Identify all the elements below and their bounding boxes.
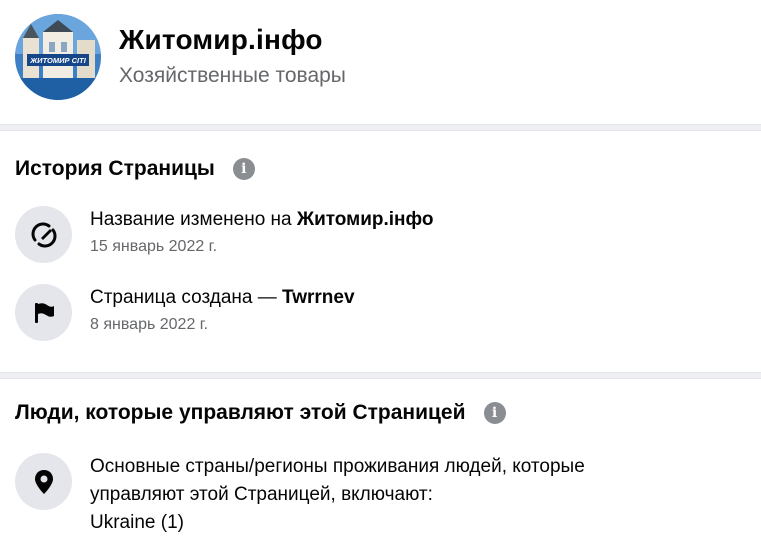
people-line-3: Ukraine (1) (90, 512, 184, 533)
history-item-date: 8 январь 2022 г. (90, 316, 209, 333)
history-item-prefix: Страница создана — (90, 287, 283, 308)
history-item-text: Название изменено на Житомир.інфо (90, 206, 434, 234)
section-divider (0, 372, 761, 379)
history-item-prefix: Название изменено на (90, 209, 297, 230)
history-item-created: Страница создана — Twrrnev 8 январь 2022… (15, 284, 355, 341)
flag-icon (15, 284, 72, 341)
history-item-date: 15 январь 2022 г. (90, 238, 218, 255)
avatar[interactable]: ЖИТОМИР СІТІ (15, 14, 101, 100)
svg-text:ЖИТОМИР СІТІ: ЖИТОМИР СІТІ (29, 56, 86, 65)
people-title: Люди, которые управляют этой Страницей i (15, 401, 506, 425)
history-item-bold[interactable]: Twrrnev (282, 287, 355, 308)
people-line-2: управляют этой Страницей, включают: (90, 484, 433, 505)
page-category: Хозяйственные товары (119, 64, 346, 87)
page-name[interactable]: Житомир.інфо (119, 24, 323, 56)
page-history-section: История Страницы i Название изменено на … (0, 131, 761, 372)
section-divider (0, 124, 761, 131)
name-change-icon (15, 206, 72, 263)
history-item-name-change: Название изменено на Житомир.інфо 15 янв… (15, 206, 434, 263)
people-title-text: Люди, которые управляют этой Страницей (15, 401, 466, 424)
location-pin-icon (15, 453, 72, 510)
people-line-1: Основные страны/регионы проживания людей… (90, 456, 585, 477)
avatar-image: ЖИТОМИР СІТІ (15, 14, 101, 100)
history-item-text: Страница создана — Twrrnev (90, 284, 355, 312)
history-title-text: История Страницы (15, 157, 215, 180)
history-title: История Страницы i (15, 157, 255, 181)
page-header: ЖИТОМИР СІТІ Житомир.інфо Хозяйственные … (0, 0, 761, 124)
history-item-bold[interactable]: Житомир.інфо (297, 209, 434, 230)
info-icon[interactable]: i (232, 158, 255, 180)
info-icon[interactable]: i (483, 402, 506, 424)
page-managers-section: Люди, которые управляют этой Страницей i… (0, 379, 761, 560)
people-item-locations: Основные страны/регионы проживания людей… (15, 453, 585, 537)
